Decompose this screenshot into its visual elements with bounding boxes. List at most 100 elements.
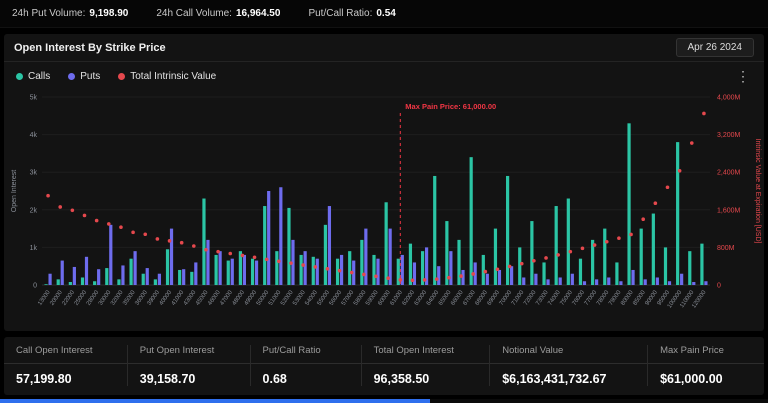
intrinsic-dot[interactable] — [192, 244, 196, 248]
intrinsic-dot[interactable] — [593, 243, 597, 247]
puts-bar[interactable] — [631, 270, 634, 285]
intrinsic-dot[interactable] — [156, 237, 160, 241]
puts-bar[interactable] — [206, 240, 209, 285]
intrinsic-dot[interactable] — [362, 273, 366, 277]
legend-calls[interactable]: Calls — [16, 71, 50, 82]
intrinsic-dot[interactable] — [204, 248, 208, 252]
intrinsic-dot[interactable] — [581, 247, 585, 251]
intrinsic-dot[interactable] — [508, 265, 512, 269]
intrinsic-dot[interactable] — [119, 225, 123, 229]
puts-bar[interactable] — [486, 274, 489, 285]
intrinsic-dot[interactable] — [228, 252, 232, 256]
puts-bar[interactable] — [194, 262, 197, 285]
calls-bar[interactable] — [615, 262, 618, 285]
intrinsic-dot[interactable] — [95, 219, 99, 223]
intrinsic-dot[interactable] — [338, 269, 342, 273]
puts-bar[interactable] — [534, 274, 537, 285]
puts-bar[interactable] — [692, 282, 695, 285]
intrinsic-dot[interactable] — [666, 185, 670, 189]
intrinsic-dot[interactable] — [265, 258, 269, 262]
puts-bar[interactable] — [389, 229, 392, 285]
calls-bar[interactable] — [360, 240, 363, 285]
puts-bar[interactable] — [182, 269, 185, 285]
horizontal-scrollbar[interactable] — [0, 399, 768, 403]
puts-bar[interactable] — [316, 259, 319, 285]
puts-bar[interactable] — [498, 270, 501, 285]
puts-bar[interactable] — [146, 268, 149, 285]
intrinsic-dot[interactable] — [350, 271, 354, 275]
calls-bar[interactable] — [530, 221, 533, 285]
puts-bar[interactable] — [85, 257, 88, 285]
puts-bar[interactable] — [267, 191, 270, 285]
intrinsic-dot[interactable] — [459, 274, 463, 278]
intrinsic-dot[interactable] — [556, 253, 560, 257]
puts-bar[interactable] — [328, 206, 331, 285]
calls-bar[interactable] — [567, 199, 570, 285]
puts-bar[interactable] — [571, 274, 574, 285]
calls-bar[interactable] — [44, 284, 47, 285]
puts-bar[interactable] — [279, 187, 282, 285]
intrinsic-dot[interactable] — [629, 233, 633, 237]
calls-bar[interactable] — [555, 206, 558, 285]
calls-bar[interactable] — [227, 261, 230, 285]
calls-bar[interactable] — [166, 249, 169, 285]
open-interest-strike-chart[interactable]: 01k2k3k4k5k0800M1,600M2,400M3,200M4,000M… — [6, 85, 762, 331]
calls-bar[interactable] — [287, 208, 290, 285]
calls-bar[interactable] — [518, 247, 521, 285]
intrinsic-dot[interactable] — [617, 236, 621, 240]
intrinsic-dot[interactable] — [423, 278, 427, 282]
puts-bar[interactable] — [449, 251, 452, 285]
intrinsic-dot[interactable] — [484, 270, 488, 274]
calls-bar[interactable] — [324, 225, 327, 285]
intrinsic-dot[interactable] — [532, 259, 536, 263]
calls-bar[interactable] — [482, 255, 485, 285]
calls-bar[interactable] — [300, 255, 303, 285]
legend-intrinsic[interactable]: Total Intrinsic Value — [118, 71, 216, 82]
calls-bar[interactable] — [117, 279, 120, 285]
intrinsic-dot[interactable] — [46, 194, 50, 198]
intrinsic-dot[interactable] — [386, 276, 390, 280]
puts-bar[interactable] — [619, 281, 622, 285]
intrinsic-dot[interactable] — [58, 205, 62, 209]
calls-bar[interactable] — [700, 244, 703, 285]
calls-bar[interactable] — [69, 282, 72, 285]
calls-bar[interactable] — [202, 199, 205, 285]
calls-bar[interactable] — [676, 142, 679, 285]
puts-bar[interactable] — [546, 279, 549, 285]
puts-bar[interactable] — [644, 279, 647, 285]
calls-bar[interactable] — [688, 251, 691, 285]
puts-bar[interactable] — [559, 277, 562, 285]
calls-bar[interactable] — [579, 259, 582, 285]
puts-bar[interactable] — [97, 269, 100, 285]
intrinsic-dot[interactable] — [641, 217, 645, 221]
calls-bar[interactable] — [470, 157, 473, 285]
calls-bar[interactable] — [93, 281, 96, 285]
calls-bar[interactable] — [372, 255, 375, 285]
calls-bar[interactable] — [154, 279, 157, 285]
puts-bar[interactable] — [109, 225, 112, 285]
intrinsic-dot[interactable] — [107, 222, 111, 226]
intrinsic-dot[interactable] — [277, 259, 281, 263]
intrinsic-dot[interactable] — [520, 262, 524, 266]
intrinsic-dot[interactable] — [690, 141, 694, 145]
puts-bar[interactable] — [680, 274, 683, 285]
calls-bar[interactable] — [640, 229, 643, 285]
puts-bar[interactable] — [607, 277, 610, 285]
calls-bar[interactable] — [603, 229, 606, 285]
puts-bar[interactable] — [583, 281, 586, 285]
calls-bar[interactable] — [348, 251, 351, 285]
puts-bar[interactable] — [121, 265, 124, 285]
puts-bar[interactable] — [61, 261, 64, 285]
intrinsic-dot[interactable] — [301, 263, 305, 267]
calls-bar[interactable] — [57, 279, 60, 285]
legend-puts[interactable]: Puts — [68, 71, 100, 82]
intrinsic-dot[interactable] — [253, 255, 257, 259]
kebab-menu-icon[interactable]: ⋮ — [734, 69, 752, 83]
calls-bar[interactable] — [664, 247, 667, 285]
puts-bar[interactable] — [170, 229, 173, 285]
calls-bar[interactable] — [652, 214, 655, 285]
puts-bar[interactable] — [595, 279, 598, 285]
calls-bar[interactable] — [215, 255, 218, 285]
calls-bar[interactable] — [506, 176, 509, 285]
puts-bar[interactable] — [364, 229, 367, 285]
